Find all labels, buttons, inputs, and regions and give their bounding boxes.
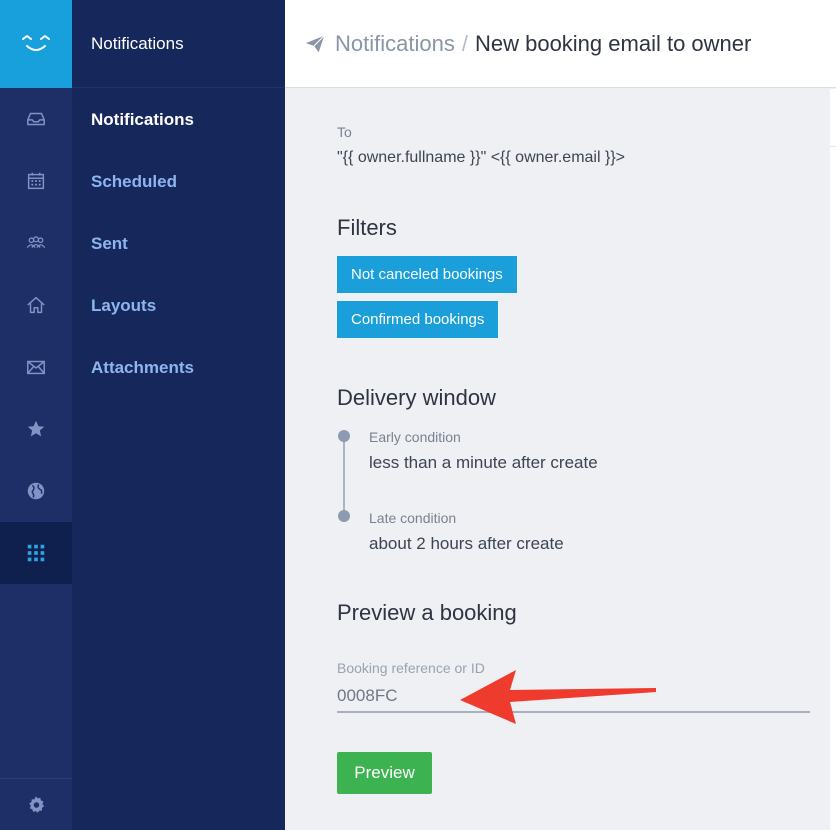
rail-home[interactable] [0, 274, 72, 336]
rail-globe[interactable] [0, 460, 72, 522]
subnav-item-attachments[interactable]: Attachments [91, 358, 194, 378]
smile-logo-icon [22, 35, 50, 51]
rail-grid[interactable] [0, 522, 72, 584]
filter-tag-confirmed[interactable]: Confirmed bookings [337, 301, 499, 338]
annotation-arrow-icon [460, 670, 656, 724]
breadcrumb-separator: / [461, 30, 468, 56]
recipient-label: To [337, 124, 352, 140]
paper-plane-icon [305, 34, 325, 52]
subnav-item-sent[interactable]: Sent [91, 234, 128, 254]
people-icon [26, 236, 46, 248]
late-condition-label: Late condition [369, 510, 457, 526]
gear-icon [29, 795, 45, 813]
panel-edge [830, 89, 836, 830]
subnav-item-layouts[interactable]: Layouts [91, 296, 156, 316]
rail-settings[interactable] [0, 779, 72, 830]
rail-inbox[interactable] [0, 88, 72, 150]
page-title: New booking email to owner [474, 30, 752, 56]
late-condition-value: about 2 hours after create [369, 534, 564, 553]
rail-envelope[interactable] [0, 336, 72, 398]
subnav-header: Notifications [72, 0, 285, 88]
icon-rail [0, 0, 72, 830]
globe-icon [27, 482, 45, 500]
delivery-window-heading: Delivery window [337, 385, 496, 410]
breadcrumb: Notifications / New booking email to own… [285, 0, 836, 88]
early-condition-label: Early condition [369, 429, 461, 445]
early-condition-value: less than a minute after create [369, 453, 598, 472]
subnav: Notifications Notifications Scheduled Se… [72, 0, 285, 830]
recipient-value: "{{ owner.fullname }}" <{{ owner.email }… [337, 149, 626, 166]
timeline-dot-early [338, 430, 350, 442]
subnav-item-scheduled[interactable]: Scheduled [91, 172, 177, 192]
rail-people[interactable] [0, 212, 72, 274]
breadcrumb-parent-link[interactable]: Notifications [335, 31, 455, 57]
rail-calendar[interactable] [0, 150, 72, 212]
timeline-dot-late [338, 510, 350, 522]
inbox-icon [27, 112, 45, 126]
star-icon [27, 420, 45, 437]
logo[interactable] [0, 0, 72, 88]
subnav-item-notifications[interactable]: Notifications [91, 110, 194, 130]
envelope-icon [27, 360, 45, 375]
filter-tag-not-canceled[interactable]: Not canceled bookings [337, 256, 517, 293]
timeline-connector [343, 436, 345, 516]
filters-heading: Filters [337, 215, 397, 240]
grid-icon [27, 544, 45, 562]
preview-button[interactable]: Preview [337, 752, 432, 794]
home-icon [27, 296, 45, 314]
calendar-icon [27, 172, 45, 190]
panel-edge-divider [830, 146, 836, 147]
rail-star[interactable] [0, 398, 72, 460]
preview-heading: Preview a booking [337, 600, 517, 625]
